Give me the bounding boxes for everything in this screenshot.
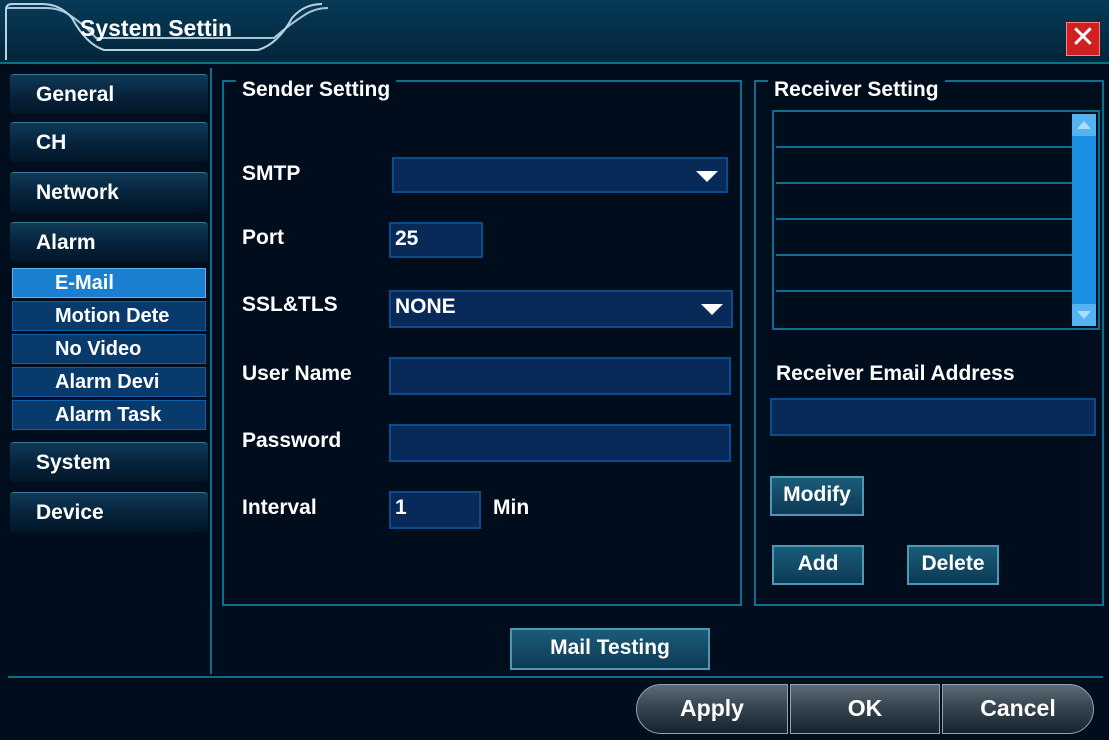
ssl-tls-select[interactable]: NONE [389, 290, 733, 328]
cancel-label: Cancel [980, 695, 1056, 721]
list-item[interactable] [776, 292, 1072, 328]
interval-unit: Min [493, 496, 530, 519]
ssl-tls-label: SSL&TLS [242, 293, 338, 316]
receiver-address-input[interactable] [770, 398, 1096, 436]
sidebar-item-alarm[interactable]: Alarm [10, 222, 208, 262]
interval-value: 1 [395, 496, 407, 519]
close-icon: ✕ [1070, 21, 1096, 54]
ok-button[interactable]: OK [790, 684, 940, 734]
subitem-label: Alarm Task [55, 404, 162, 426]
delete-button[interactable]: Delete [907, 545, 999, 585]
subitem-label: No Video [55, 338, 142, 360]
sidebar-item-general[interactable]: General [10, 74, 208, 114]
dropdown-arrow-icon [696, 171, 718, 182]
receiver-setting-title: Receiver Setting [768, 78, 945, 102]
subitem-label: E-Mail [55, 272, 114, 294]
mail-testing-button[interactable]: Mail Testing [510, 628, 710, 670]
system-settings-window: System Settin ✕ General CH Network Alarm… [0, 0, 1109, 740]
username-label: User Name [242, 362, 352, 385]
sidebar-subitem-motion-detect[interactable]: Motion Dete [12, 301, 206, 331]
sidebar-subitem-alarm-task[interactable]: Alarm Task [12, 400, 206, 430]
sidebar-item-ch[interactable]: CH [10, 122, 208, 162]
apply-label: Apply [680, 695, 744, 721]
scroll-up-button[interactable] [1072, 114, 1096, 136]
sender-setting-title: Sender Setting [236, 78, 397, 102]
list-item[interactable] [776, 220, 1072, 256]
dropdown-arrow-icon [701, 304, 723, 315]
list-item[interactable] [776, 148, 1072, 184]
mail-testing-label: Mail Testing [550, 636, 670, 659]
password-label: Password [242, 429, 342, 452]
sidebar-item-label: General [36, 83, 115, 106]
scroll-up-icon [1077, 121, 1091, 129]
interval-input[interactable]: 1 [389, 491, 481, 529]
port-label: Port [242, 226, 284, 249]
port-value: 25 [395, 227, 419, 250]
modify-button[interactable]: Modify [770, 476, 864, 516]
sidebar-item-label: Network [36, 181, 119, 204]
sidebar-item-label: Device [36, 501, 104, 524]
cancel-button[interactable]: Cancel [942, 684, 1094, 734]
list-item[interactable] [776, 112, 1072, 148]
add-label: Add [797, 552, 839, 575]
interval-label: Interval [242, 496, 317, 519]
sidebar-subitem-no-video[interactable]: No Video [12, 334, 206, 364]
scroll-down-button[interactable] [1072, 304, 1096, 326]
username-input[interactable] [389, 357, 731, 395]
list-item[interactable] [776, 256, 1072, 292]
scroll-down-icon [1077, 311, 1091, 319]
title-bar: System Settin ✕ [0, 0, 1109, 64]
sidebar-item-network[interactable]: Network [10, 172, 208, 212]
receiver-list[interactable] [772, 110, 1100, 330]
sidebar-subitem-alarm-device[interactable]: Alarm Devi [12, 367, 206, 397]
modify-label: Modify [783, 483, 851, 506]
receiver-list-scrollbar[interactable] [1072, 114, 1096, 326]
window-title: System Settin [80, 15, 233, 41]
sidebar-subitem-email[interactable]: E-Mail [12, 268, 206, 298]
ssl-tls-value: NONE [395, 295, 456, 318]
add-button[interactable]: Add [772, 545, 864, 585]
sidebar: General CH Network Alarm E-Mail Motion D… [8, 68, 212, 674]
receiver-address-label: Receiver Email Address [776, 362, 1015, 385]
close-button[interactable]: ✕ [1066, 22, 1100, 56]
subitem-label: Alarm Devi [55, 371, 160, 393]
ok-label: OK [847, 695, 883, 721]
smtp-label: SMTP [242, 162, 301, 185]
apply-button[interactable]: Apply [636, 684, 788, 734]
port-input[interactable]: 25 [389, 222, 483, 258]
sidebar-item-label: CH [36, 131, 67, 154]
delete-label: Delete [921, 552, 985, 575]
sidebar-item-label: Alarm [36, 231, 96, 254]
password-input[interactable] [389, 424, 731, 462]
list-item[interactable] [776, 184, 1072, 220]
sidebar-item-device[interactable]: Device [10, 492, 208, 532]
smtp-select[interactable] [392, 157, 728, 193]
sidebar-item-label: System [36, 451, 111, 474]
sidebar-item-system[interactable]: System [10, 442, 208, 482]
subitem-label: Motion Dete [55, 305, 170, 327]
